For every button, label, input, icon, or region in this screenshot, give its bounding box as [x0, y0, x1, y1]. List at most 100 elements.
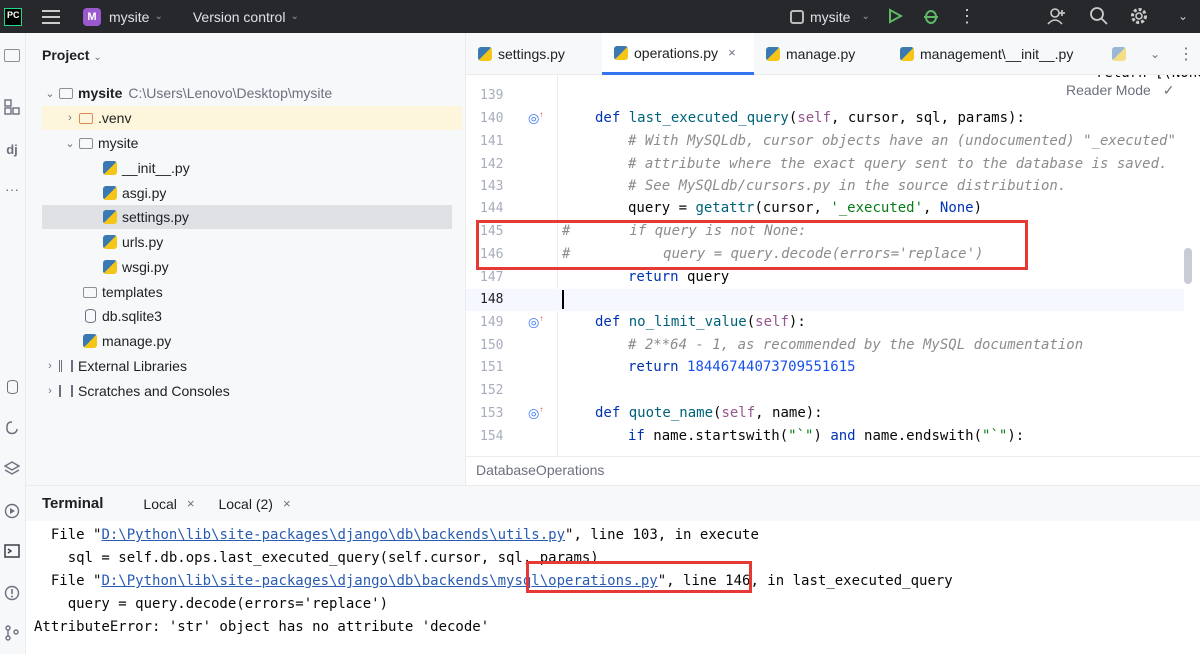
django-icon[interactable]: dj [2, 139, 22, 159]
scratches-icon [58, 383, 74, 399]
main-menu-icon[interactable] [42, 9, 60, 24]
tree-item-urls-py[interactable]: urls.py [42, 230, 478, 254]
project-switcher[interactable]: mysite [109, 9, 149, 25]
override-gutter-icon[interactable]: ◎↑ [528, 110, 543, 126]
title-bar: M mysite ⌄ Version control ⌄ mysite ⌄ ⋮ … [0, 0, 1200, 33]
line-number: 152 [480, 383, 504, 398]
debug-icon[interactable] [920, 5, 942, 27]
code-line-140: def last_executed_query(self, cursor, sq… [595, 110, 1025, 126]
tree-item-settings-py[interactable]: settings.py [42, 205, 452, 229]
run-icon[interactable] [884, 5, 906, 27]
folder-icon [82, 284, 98, 300]
tab-settings-py[interactable]: settings.py [466, 33, 600, 75]
folder-icon [78, 110, 94, 126]
line-number: 154 [480, 429, 504, 444]
tab-management-init-py[interactable]: management\__init__.py [888, 33, 1108, 75]
library-icon [58, 358, 74, 374]
tab-label: Local [143, 495, 177, 512]
tree-item-wsgi-py[interactable]: wsgi.py [42, 255, 478, 279]
more-tabs-icon[interactable]: ⋮ [1166, 33, 1196, 75]
more-actions-icon[interactable]: ⋮ [956, 5, 978, 27]
close-tab-icon[interactable]: × [283, 496, 291, 511]
python-file-icon [102, 160, 118, 176]
tree-item-templates[interactable]: templates [42, 280, 478, 304]
annotation-box-error-location [526, 561, 752, 593]
terminal-line-4: query = query.decode(errors='replace') [34, 596, 389, 612]
expand-arrow-icon[interactable]: › [62, 112, 78, 124]
package-folder-icon [78, 135, 94, 151]
expand-arrow-icon[interactable]: ⌄ [42, 87, 58, 100]
code-line-149: def no_limit_value(self): [595, 314, 806, 330]
line-number: 143 [480, 179, 504, 194]
breadcrumb[interactable]: DatabaseOperations [466, 456, 1200, 485]
chevron-down-icon: ⌄ [861, 11, 870, 22]
override-gutter-icon[interactable]: ◎↑ [528, 405, 543, 421]
tree-label: .venv [98, 110, 132, 126]
override-gutter-icon[interactable]: ◎↑ [528, 314, 543, 330]
close-tab-icon[interactable]: × [187, 496, 195, 511]
tab-label: manage.py [786, 46, 856, 62]
tree-item-scratches[interactable]: › Scratches and Consoles [42, 379, 478, 403]
close-tab-icon[interactable]: × [728, 45, 736, 60]
terminal-tab-local-2[interactable]: Local (2) × [218, 496, 290, 512]
chevron-down-icon[interactable]: ⌄ [1172, 5, 1194, 27]
tree-label: manage.py [102, 333, 172, 349]
chevron-down-icon[interactable]: ⌄ [290, 11, 298, 22]
tabs-dropdown-icon[interactable]: ⌄ [1138, 33, 1168, 75]
project-panel-title[interactable]: Project ⌄ [42, 47, 102, 63]
terminal-line-1: File "D:\Python\lib\site-packages\django… [34, 527, 759, 543]
expand-arrow-icon[interactable]: › [42, 385, 58, 397]
chevron-down-icon[interactable]: ⌄ [154, 11, 162, 22]
tree-item-asgi-py[interactable]: asgi.py [42, 181, 478, 205]
python-config-icon [790, 9, 804, 24]
tree-item-external-libraries[interactable]: › External Libraries [42, 354, 478, 378]
code-line-153: def quote_name(self, name): [595, 405, 823, 421]
tree-item-mysite-package[interactable]: ⌄ mysite [42, 131, 478, 155]
tab-overflow-python-icon[interactable] [1106, 33, 1136, 75]
services-icon[interactable] [2, 501, 22, 521]
file-link[interactable]: D:\Python\lib\site-packages\django\db\ba… [101, 527, 565, 543]
code-line-151: return 18446744073709551615 [628, 359, 856, 375]
expand-arrow-icon[interactable]: › [42, 360, 58, 372]
pycharm-logo-icon [4, 7, 22, 26]
tree-label: Scratches and Consoles [78, 383, 230, 399]
project-folder-icon[interactable] [2, 45, 22, 65]
search-icon[interactable] [1088, 5, 1110, 27]
tree-item-venv[interactable]: › .venv [42, 106, 462, 130]
project-tool-window: Project ⌄ ⌄ mysite C:\Users\Lenovo\Deskt… [26, 33, 466, 485]
project-badge[interactable]: M [83, 7, 101, 26]
editor-scrollbar[interactable] [1184, 248, 1192, 284]
structure-icon[interactable] [2, 97, 22, 117]
version-control-icon[interactable] [2, 623, 22, 643]
tree-label: mysite [98, 135, 139, 151]
tree-item-manage-py[interactable]: manage.py [42, 329, 478, 353]
tree-label: asgi.py [122, 185, 167, 201]
expand-arrow-icon[interactable]: ⌄ [62, 137, 78, 150]
database-file-icon [82, 308, 98, 324]
reader-mode-toggle[interactable]: Reader Mode ✓ [1066, 82, 1174, 99]
text-caret [562, 290, 564, 309]
run-configuration-selector[interactable]: mysite ⌄ [790, 0, 870, 33]
layers-icon[interactable] [2, 459, 22, 479]
more-tools-icon[interactable]: ··· [2, 179, 22, 199]
version-control-menu[interactable]: Version control [193, 9, 286, 25]
problems-icon[interactable] [2, 583, 22, 603]
python-file-icon [614, 45, 628, 60]
terminal-line-3: File "D:\Python\lib\site-packages\django… [34, 573, 953, 589]
tree-item-db-sqlite3[interactable]: db.sqlite3 [42, 304, 478, 328]
tab-manage-py[interactable]: manage.py [754, 33, 884, 75]
tree-root-mysite[interactable]: ⌄ mysite C:\Users\Lenovo\Desktop\mysite [42, 81, 478, 105]
tree-label: External Libraries [78, 358, 187, 374]
partial-line-text: return [(None, None, [], False)] [1096, 75, 1200, 81]
terminal-tab-local[interactable]: Local × [143, 496, 194, 512]
database-icon[interactable] [2, 377, 22, 397]
python-packages-icon[interactable] [2, 419, 22, 439]
add-user-icon[interactable] [1046, 5, 1068, 27]
tab-operations-py[interactable]: operations.py × [602, 33, 754, 75]
tree-item-init-py[interactable]: __init__.py [42, 156, 478, 180]
terminal-icon[interactable] [2, 541, 22, 561]
tree-label: urls.py [122, 234, 164, 250]
settings-gear-icon[interactable] [1128, 5, 1150, 27]
tree-label: settings.py [122, 209, 189, 225]
line-number: 141 [480, 134, 504, 149]
